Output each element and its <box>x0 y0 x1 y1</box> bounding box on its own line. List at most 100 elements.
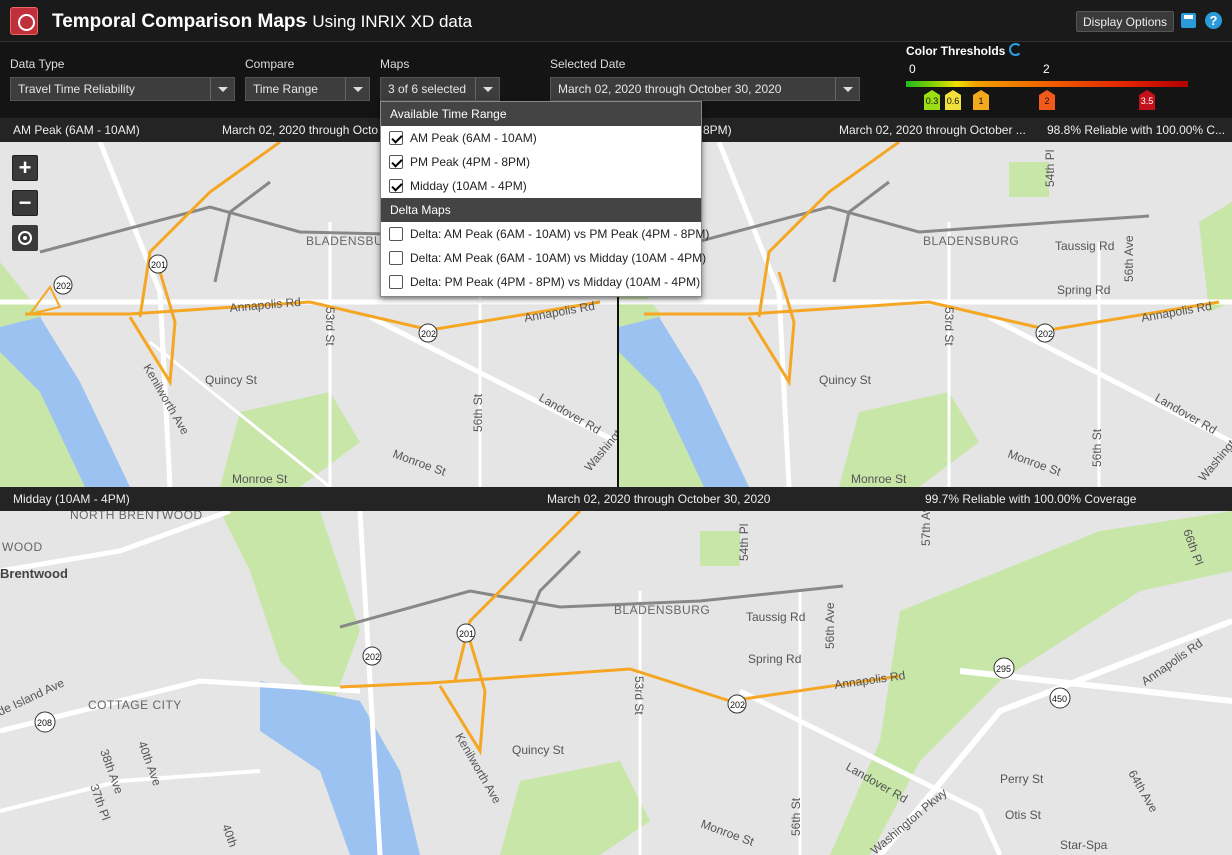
time-range-option[interactable]: Midday (10AM - 4PM) <box>381 174 701 198</box>
display-options-button[interactable]: Display Options <box>1076 11 1175 32</box>
time-range-option[interactable]: AM Peak (6AM - 10AM) <box>381 126 701 150</box>
checkbox-checked[interactable] <box>389 131 403 145</box>
map-label: Quincy St <box>205 373 258 387</box>
chevron-down-icon[interactable] <box>835 78 859 100</box>
option-label: Delta: PM Peak (4PM - 8PM) vs Midday (10… <box>410 275 701 289</box>
chevron-down-icon[interactable] <box>345 78 369 100</box>
compare-value: Time Range <box>253 82 318 96</box>
panel-date: March 02, 2020 through October 30, 2020 <box>547 492 771 506</box>
map-label: BLADENSBURG <box>614 603 710 617</box>
checkbox-unchecked[interactable] <box>389 275 403 289</box>
map-canvas: 202 201 202 295 450 208 NORTH BRENTWOOD … <box>0 511 1232 855</box>
checkbox-unchecked[interactable] <box>389 251 403 265</box>
panel-title: AM Peak (6AM - 10AM) <box>13 123 140 137</box>
map-label: 57th Ave <box>919 511 933 546</box>
panel-title: Midday (10AM - 4PM) <box>13 492 130 506</box>
map-label: COTTAGE CITY <box>88 698 182 712</box>
panel-header-midday: Midday (10AM - 4PM) March 02, 2020 throu… <box>0 487 1232 511</box>
data-type-value: Travel Time Reliability <box>18 82 135 96</box>
selected-date-value: March 02, 2020 through October 30, 2020 <box>558 82 782 96</box>
dropdown-section-time: Available Time Range <box>381 102 701 126</box>
delta-map-option[interactable]: Delta: AM Peak (6AM - 10AM) vs PM Peak (… <box>381 222 709 246</box>
map-label: NORTH BRENTWOOD <box>70 511 203 522</box>
map-label: 54th Pl <box>737 524 751 561</box>
map-label: Spring Rd <box>1057 283 1110 297</box>
app-title: Temporal Comparison Maps <box>52 11 307 32</box>
map-label: 56th Ave <box>823 602 837 649</box>
maps-value: 3 of 6 selected <box>388 82 467 96</box>
map-label: Perry St <box>1000 772 1044 786</box>
option-label: PM Peak (4PM - 8PM) <box>410 155 531 169</box>
data-type-label: Data Type <box>10 57 65 71</box>
route-shield-label: 202 <box>421 329 436 339</box>
map-label: Quincy St <box>512 743 565 757</box>
map-label: Monroe St <box>851 472 907 486</box>
maps-dropdown-menu: Available Time Range AM Peak (6AM - 10AM… <box>380 101 709 297</box>
map-label: 56th St <box>471 393 485 432</box>
time-range-option[interactable]: PM Peak (4PM - 8PM) <box>381 150 701 174</box>
map-midday[interactable]: 202 201 202 295 450 208 NORTH BRENTWOOD … <box>0 511 1232 855</box>
selected-date-label: Selected Date <box>550 57 626 71</box>
option-label: AM Peak (6AM - 10AM) <box>410 131 537 145</box>
threshold-scale-label: 2 <box>1043 62 1050 76</box>
checkbox-checked[interactable] <box>389 179 403 193</box>
delta-map-option[interactable]: Delta: AM Peak (6AM - 10AM) vs Midday (1… <box>381 246 706 270</box>
map-canvas: 202 BLADENSBURG Taussig Rd Spring Rd 56t… <box>619 142 1232 487</box>
help-icon[interactable]: ? <box>1205 12 1222 29</box>
route-shield-label: 201 <box>459 629 474 639</box>
route-shield-label: 208 <box>37 718 52 728</box>
panel-header-pm: 8PM) March 02, 2020 through October ... … <box>617 118 1232 142</box>
route-shield-label: 202 <box>365 652 380 662</box>
option-label: Midday (10AM - 4PM) <box>410 179 527 193</box>
route-shield-label: 450 <box>1052 694 1067 704</box>
panel-reliability: 98.8% Reliable with 100.00% C... <box>1047 123 1226 137</box>
map-pm-peak[interactable]: 202 BLADENSBURG Taussig Rd Spring Rd 56t… <box>619 142 1232 487</box>
threshold-gradient-bar <box>906 81 1188 87</box>
route-shield-label: 202 <box>730 700 745 710</box>
threshold-marker[interactable]: 0.3 <box>924 90 940 110</box>
app-logo-icon <box>10 7 38 35</box>
panel-date: March 02, 2020 through Octo <box>222 123 379 137</box>
selected-date-select[interactable]: March 02, 2020 through October 30, 2020 <box>550 77 860 101</box>
map-label: BLADENSBURG <box>923 234 1019 248</box>
route-shield-label: 202 <box>1038 329 1053 339</box>
threshold-marker[interactable]: 0.6 <box>945 90 961 110</box>
chevron-down-icon[interactable] <box>475 78 499 100</box>
checkbox-unchecked[interactable] <box>389 227 403 241</box>
checkbox-checked[interactable] <box>389 155 403 169</box>
compare-select[interactable]: Time Range <box>245 77 370 101</box>
map-label: WOOD <box>2 540 43 554</box>
map-label: Quincy St <box>819 373 872 387</box>
option-label: Delta: AM Peak (6AM - 10AM) vs PM Peak (… <box>410 227 710 241</box>
zoom-out-button[interactable]: − <box>12 190 38 216</box>
threshold-marker[interactable]: 2 <box>1039 90 1055 110</box>
compare-label: Compare <box>245 57 295 71</box>
maps-label: Maps <box>380 57 410 71</box>
route-shield-label: 202 <box>56 281 71 291</box>
locate-icon[interactable] <box>12 225 38 251</box>
delta-map-option[interactable]: Delta: PM Peak (4PM - 8PM) vs Midday (10… <box>381 270 701 294</box>
route-shield-label: 295 <box>996 664 1011 674</box>
threshold-marker[interactable]: 3.5 <box>1139 90 1155 110</box>
map-label: Star-Spa <box>1060 838 1108 852</box>
chevron-down-icon[interactable] <box>210 78 234 100</box>
panel-date: March 02, 2020 through October ... <box>839 123 1026 137</box>
panel-reliability: 99.7% Reliable with 100.00% Coverage <box>925 492 1137 506</box>
save-icon[interactable] <box>1181 13 1196 28</box>
map-label: Otis St <box>1005 808 1042 822</box>
map-label: 56th St <box>789 797 803 836</box>
panel-title: 8PM) <box>703 123 732 137</box>
map-label: Taussig Rd <box>1055 239 1114 253</box>
option-label: Delta: AM Peak (6AM - 10AM) vs Midday (1… <box>410 251 707 265</box>
map-label: 53rd St <box>942 307 956 346</box>
data-type-select[interactable]: Travel Time Reliability <box>10 77 235 101</box>
threshold-marker[interactable]: 1 <box>973 90 989 110</box>
map-label: 56th Ave <box>1122 235 1136 282</box>
color-thresholds-title: Color Thresholds <box>906 44 1006 58</box>
threshold-scale-label: 0 <box>909 62 916 76</box>
map-label: 53rd St <box>632 676 646 715</box>
refresh-icon[interactable] <box>1009 43 1022 56</box>
app-subtitle: - Using INRIX XD data <box>302 12 473 31</box>
zoom-in-button[interactable]: + <box>12 155 38 181</box>
maps-select[interactable]: 3 of 6 selected <box>380 77 500 101</box>
